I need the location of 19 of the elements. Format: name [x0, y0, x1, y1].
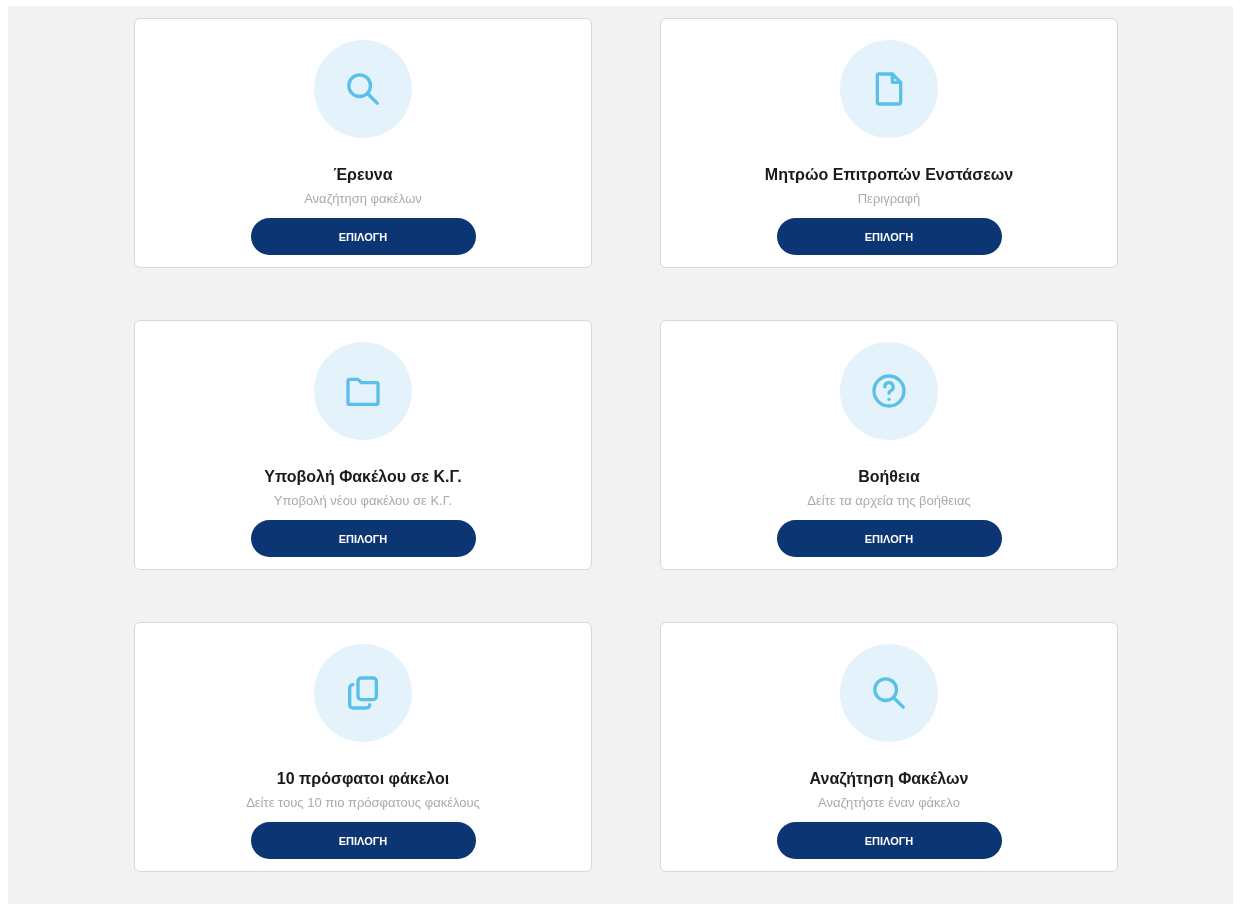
select-button[interactable]: ΕΠΙΛΟΓΗ: [250, 822, 476, 859]
card-description: Αναζητήστε έναν φάκελο: [818, 795, 960, 810]
select-button[interactable]: ΕΠΙΛΟΓΗ: [250, 218, 476, 255]
card-description: Περιγραφή: [857, 191, 921, 206]
card-title: Βοήθεια: [858, 468, 920, 486]
select-button[interactable]: ΕΠΙΛΟΓΗ: [776, 218, 1002, 255]
card-title: Υποβολή Φακέλου σε Κ.Γ.: [264, 468, 462, 486]
card-description: Δείτε τους 10 πιο πρόσφατους φακέλους: [246, 795, 480, 810]
card-description: Δείτε τα αρχεία της βοήθειας: [807, 493, 971, 508]
card-title: 10 πρόσφατοι φάκελοι: [276, 770, 450, 788]
select-button[interactable]: ΕΠΙΛΟΓΗ: [776, 520, 1002, 557]
select-button[interactable]: ΕΠΙΛΟΓΗ: [250, 520, 476, 557]
card-title: Έρευνα: [333, 166, 393, 184]
select-button[interactable]: ΕΠΙΛΟΓΗ: [776, 822, 1002, 859]
card-description: Αναζήτηση φακέλων: [304, 191, 422, 206]
card-title: Μητρώο Επιτροπών Ενστάσεων: [764, 166, 1014, 184]
card-description: Υποβολή νέου φακέλου σε Κ.Γ.: [273, 493, 453, 508]
card-title: Αναζήτηση Φακέλων: [809, 770, 969, 788]
help-icon: [869, 371, 909, 411]
